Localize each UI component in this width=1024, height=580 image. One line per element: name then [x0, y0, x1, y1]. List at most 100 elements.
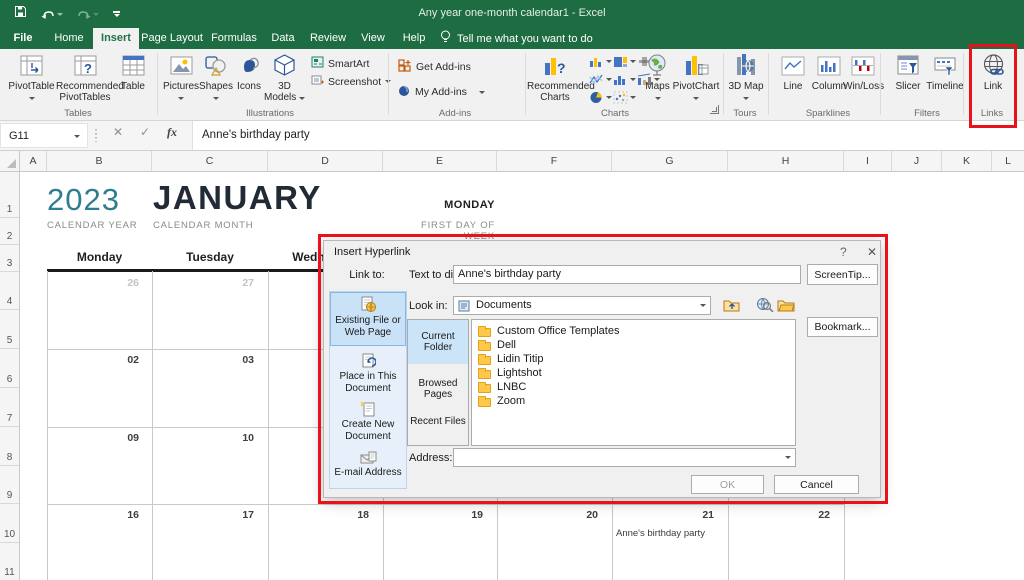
select-all-corner[interactable]: [0, 151, 20, 171]
date-cell[interactable]: 03: [152, 354, 254, 366]
table-button[interactable]: Table: [112, 52, 154, 92]
name-box-caret-icon[interactable]: [74, 135, 80, 138]
column-header-h[interactable]: H: [728, 151, 844, 171]
tell-me-box[interactable]: Tell me what you want to do: [440, 28, 593, 49]
date-cell[interactable]: 17: [152, 509, 254, 521]
3d-models-button[interactable]: 3D Models: [261, 52, 308, 103]
date-cell[interactable]: 09: [47, 432, 139, 444]
column-header-c[interactable]: C: [152, 151, 268, 171]
timeline-button[interactable]: Timeline: [922, 52, 968, 92]
screenshot-icon: [311, 74, 324, 89]
svg-text:?: ?: [84, 61, 92, 76]
smartart-icon: [311, 56, 324, 71]
3d-map-button[interactable]: 3D Map: [725, 52, 767, 103]
get-addins-button[interactable]: Get Add-ins: [398, 59, 471, 75]
my-addins-button[interactable]: My Add-ins: [398, 84, 485, 100]
date-cell[interactable]: 10: [152, 432, 254, 444]
line-chart-button[interactable]: [589, 73, 612, 86]
row-header-2[interactable]: 2: [0, 218, 19, 245]
pivottable-icon: [8, 52, 55, 79]
column-headers: A B C D E F G H I J K L: [0, 151, 1024, 172]
ribbon: PivotTable ? Recommended PivotTables Tab…: [0, 49, 1024, 121]
undo-icon[interactable]: [41, 9, 63, 20]
column-header-d[interactable]: D: [268, 151, 383, 171]
column-header-e[interactable]: E: [383, 151, 497, 171]
pie-chart-button[interactable]: [589, 91, 612, 104]
tab-data[interactable]: Data: [265, 28, 301, 49]
calendar-event-cell[interactable]: Anne's birthday party: [616, 528, 726, 539]
tab-insert[interactable]: Insert: [93, 28, 139, 49]
row-header-9[interactable]: 9: [0, 466, 19, 504]
sparkline-line-label: Line: [784, 81, 803, 92]
row-header-7[interactable]: 7: [0, 388, 19, 427]
insert-function-icon[interactable]: fx: [162, 125, 182, 140]
scatter-chart-button[interactable]: [613, 91, 636, 104]
save-icon[interactable]: [14, 5, 27, 23]
date-cell[interactable]: 18: [268, 509, 369, 521]
column-header-f[interactable]: F: [497, 151, 612, 171]
row-header-6[interactable]: 6: [0, 349, 19, 388]
sparkline-winloss-icon: [843, 52, 883, 79]
treemap-chart-button[interactable]: [613, 55, 636, 68]
date-cell[interactable]: 19: [383, 509, 483, 521]
row-header-10[interactable]: 10: [0, 504, 19, 543]
customize-qat-icon[interactable]: [113, 11, 120, 17]
calendar-month-label: CALENDAR MONTH: [153, 220, 253, 231]
row-header-1[interactable]: 1: [0, 172, 19, 218]
tab-home[interactable]: Home: [48, 28, 90, 49]
row-header-5[interactable]: 5: [0, 310, 19, 349]
date-cell[interactable]: 16: [47, 509, 139, 521]
column-chart-button[interactable]: [589, 55, 612, 68]
name-box[interactable]: G11: [0, 123, 88, 148]
timeline-label: Timeline: [926, 81, 963, 92]
date-cell[interactable]: 26: [47, 277, 139, 289]
timeline-icon: [922, 52, 968, 79]
recommended-pivottables-button[interactable]: ? Recommended PivotTables: [56, 52, 114, 103]
cancel-icon[interactable]: ✕: [108, 125, 128, 139]
column-header-j[interactable]: J: [892, 151, 942, 171]
column-chart-icon: [589, 55, 604, 68]
sparklines-group-label: Sparklines: [778, 108, 878, 119]
tab-formulas[interactable]: Formulas: [207, 28, 261, 49]
row-header-3[interactable]: 3: [0, 245, 19, 272]
pie-chart-icon: [589, 91, 604, 104]
date-cell[interactable]: 02: [47, 354, 139, 366]
undo-dropdown-caret[interactable]: [57, 13, 63, 16]
date-cell[interactable]: 21: [612, 509, 714, 521]
tab-page-layout[interactable]: Page Layout: [141, 28, 203, 49]
calendar-year-label: CALENDAR YEAR: [47, 220, 137, 231]
column-header-g[interactable]: G: [612, 151, 728, 171]
column-header-k[interactable]: K: [942, 151, 992, 171]
formula-bar-separator: [95, 129, 97, 142]
row-header-8[interactable]: 8: [0, 427, 19, 466]
column-header-l[interactable]: L: [992, 151, 1024, 171]
row-header-4[interactable]: 4: [0, 272, 19, 310]
column-header-b[interactable]: B: [47, 151, 152, 171]
pivottable-label: PivotTable: [8, 81, 54, 92]
tab-file[interactable]: File: [6, 28, 40, 49]
enter-icon[interactable]: ✓: [135, 125, 155, 139]
row-header-11[interactable]: 11: [0, 543, 19, 580]
sparkline-winloss-button[interactable]: Win/Loss: [843, 52, 883, 92]
date-cell[interactable]: 27: [152, 277, 254, 289]
smartart-button[interactable]: SmartArt: [311, 56, 369, 71]
3d-models-icon: [261, 52, 308, 79]
redo-dropdown-caret[interactable]: [93, 13, 99, 16]
column-header-a[interactable]: A: [20, 151, 47, 171]
tab-review[interactable]: Review: [306, 28, 350, 49]
formula-input[interactable]: Anne's birthday party: [192, 121, 1024, 150]
recommended-charts-button[interactable]: ? Recommended Charts: [527, 52, 583, 103]
calendar-year: 2023: [47, 182, 120, 218]
pivotchart-button[interactable]: PivotChart: [670, 52, 722, 103]
column-header-i[interactable]: I: [844, 151, 892, 171]
title-bar: Any year one-month calendar1 - Excel: [0, 0, 1024, 28]
screenshot-button[interactable]: Screenshot: [311, 74, 391, 89]
histogram-chart-button[interactable]: [613, 73, 636, 86]
tab-help[interactable]: Help: [396, 28, 432, 49]
excel-window: Any year one-month calendar1 - Excel Fil…: [0, 0, 1024, 580]
redo-icon[interactable]: [77, 9, 99, 20]
tab-view[interactable]: View: [355, 28, 391, 49]
date-cell[interactable]: 22: [728, 509, 830, 521]
date-cell[interactable]: 20: [497, 509, 598, 521]
pivottable-button[interactable]: PivotTable: [8, 52, 55, 103]
